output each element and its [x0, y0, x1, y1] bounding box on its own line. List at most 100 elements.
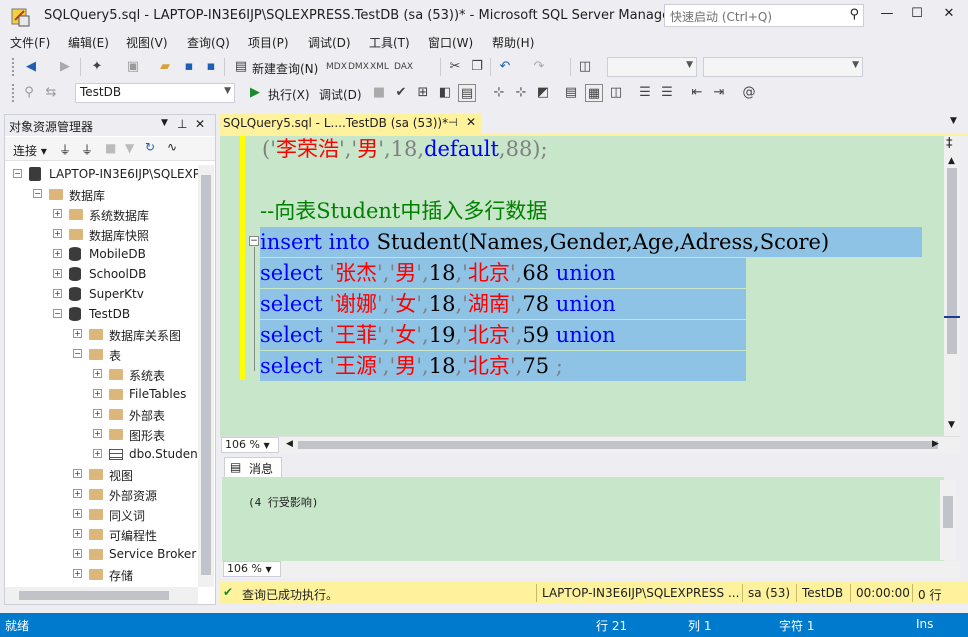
scroll-right-icon[interactable]: ▶ — [932, 439, 939, 449]
menu-debug[interactable]: 调试(D) — [308, 34, 351, 51]
split-icon[interactable]: ‡ — [946, 136, 953, 151]
collapse-icon[interactable]: − — [33, 189, 42, 198]
refresh-icon[interactable]: ↻ — [145, 140, 155, 154]
xmla-icon[interactable]: XML — [370, 58, 389, 76]
expand-icon[interactable]: + — [53, 289, 62, 298]
expand-icon[interactable]: + — [73, 529, 82, 538]
expand-icon[interactable]: + — [73, 489, 82, 498]
expand-icon[interactable]: + — [53, 229, 62, 238]
editor-hscroll[interactable]: 106 % ▼ ◀ ▶ — [220, 436, 960, 453]
expand-icon[interactable]: + — [53, 249, 62, 258]
messages-zoom-combo[interactable]: 106 % ▼ — [223, 561, 281, 577]
expand-icon[interactable]: + — [93, 409, 102, 418]
pin-icon[interactable]: ⊥ — [177, 117, 187, 131]
scroll-left-icon[interactable]: ◀ — [286, 439, 293, 449]
stop-icon[interactable]: ■ — [105, 141, 116, 155]
panel-close-icon[interactable]: ✕ — [195, 117, 205, 131]
menu-project[interactable]: 项目(P) — [248, 34, 289, 51]
results-file-icon[interactable]: ◫ — [607, 84, 625, 102]
filter-icon[interactable]: ▼ — [125, 141, 134, 155]
messages-vscroll[interactable] — [940, 480, 956, 560]
menu-view[interactable]: 视图(V) — [126, 34, 168, 51]
open-folder-icon[interactable]: ▰ — [156, 58, 174, 76]
scroll-up-icon[interactable]: ▲ — [948, 156, 955, 166]
disconnect-icon[interactable]: ⏚ — [81, 141, 93, 158]
collapse-toggle[interactable]: − — [249, 236, 259, 246]
indent-icon[interactable]: ⇥ — [710, 84, 728, 102]
new-query-icon[interactable]: ▤ — [232, 58, 250, 76]
new-project-icon[interactable]: ✦ — [88, 58, 106, 76]
minimize-button[interactable]: — — [870, 6, 904, 26]
tab-close-icon[interactable]: ✕ — [466, 115, 476, 129]
results-to-icon[interactable]: ▤ — [458, 84, 476, 102]
expand-icon[interactable]: + — [93, 389, 102, 398]
back-icon[interactable]: ◀ — [22, 58, 40, 76]
editor-vscroll-thumb[interactable] — [947, 168, 957, 354]
debug-button[interactable]: 调试(D) — [319, 86, 362, 103]
undo-icon[interactable]: ↶ — [496, 58, 514, 76]
connect-plug-icon[interactable]: ⏚ — [59, 141, 71, 158]
editor-zoom-combo[interactable]: 106 % ▼ — [221, 437, 279, 453]
close-button[interactable]: ✕ — [932, 6, 966, 26]
forward-icon[interactable]: ▶ — [56, 58, 74, 76]
expand-icon[interactable]: + — [53, 209, 62, 218]
outdent-icon[interactable]: ⇤ — [688, 84, 706, 102]
menu-tools[interactable]: 工具(T) — [369, 34, 410, 51]
collapse-icon[interactable]: − — [13, 169, 22, 178]
redo-icon[interactable]: ↷ — [530, 58, 548, 76]
expand-icon[interactable]: + — [93, 449, 102, 458]
live-stats-icon[interactable]: ⊹ — [512, 84, 530, 102]
save-all-icon[interactable]: ▪ — [202, 58, 220, 76]
expand-icon[interactable]: + — [53, 269, 62, 278]
tab-list-icon[interactable]: ▼ — [950, 116, 957, 126]
expand-icon[interactable]: + — [73, 329, 82, 338]
collapse-icon[interactable]: − — [53, 309, 62, 318]
scroll-down-icon[interactable]: ▼ — [948, 420, 955, 430]
connect-icon[interactable]: ⚲ — [20, 84, 38, 102]
toolbar-grip[interactable] — [12, 58, 16, 76]
add-item-icon[interactable]: ▣ — [124, 58, 142, 76]
activity-icon[interactable]: ∿ — [167, 140, 177, 154]
search-text-combo[interactable]: ▼ — [703, 57, 863, 77]
query-designer-icon[interactable]: ◧ — [436, 84, 454, 102]
execute-icon[interactable]: ▶ — [246, 84, 264, 102]
editor-hscroll-thumb[interactable] — [298, 441, 938, 449]
results-grid-icon[interactable]: ▦ — [585, 84, 603, 102]
display-plan-icon[interactable]: ⊞ — [414, 84, 432, 102]
menu-query[interactable]: 查询(Q) — [187, 34, 230, 51]
client-stats-icon[interactable]: ◩ — [534, 84, 552, 102]
uncomment-icon[interactable]: ☰ — [658, 84, 676, 102]
stop-icon[interactable]: ■ — [370, 84, 388, 102]
quick-launch-input[interactable]: 快速启动 (Ctrl+Q) ⚲ — [664, 4, 864, 27]
dax-icon[interactable]: DAX — [394, 58, 413, 76]
maximize-button[interactable]: ☐ — [900, 6, 934, 26]
connect-dropdown[interactable]: 连接 ▾ — [13, 142, 47, 159]
expand-icon[interactable]: + — [93, 429, 102, 438]
expand-icon[interactable]: + — [93, 369, 102, 378]
new-query-button[interactable]: 新建查询(N) — [252, 60, 318, 77]
object-explorer-hscroll[interactable] — [5, 587, 198, 604]
activity-monitor-icon[interactable]: ◫ — [576, 58, 594, 76]
messages-pane[interactable] — [222, 477, 944, 561]
specify-values-icon[interactable]: @ — [740, 84, 758, 102]
messages-hscroll[interactable]: 106 % ▼ — [220, 561, 960, 578]
menu-window[interactable]: 窗口(W) — [428, 34, 473, 51]
menu-file[interactable]: 文件(F) — [10, 34, 50, 51]
parse-icon[interactable]: ✔ — [392, 84, 410, 102]
change-connection-icon[interactable]: ⇆ — [42, 84, 60, 102]
expand-icon[interactable]: + — [73, 549, 82, 558]
toolbar-grip[interactable] — [12, 84, 16, 102]
include-plan-icon[interactable]: ⊹ — [490, 84, 508, 102]
comment-icon[interactable]: ☰ — [636, 84, 654, 102]
object-explorer-vscroll-thumb[interactable] — [201, 175, 211, 575]
expand-icon[interactable]: + — [73, 569, 82, 578]
dmx-icon[interactable]: DMX — [348, 58, 369, 76]
messages-vscroll-thumb[interactable] — [943, 496, 953, 528]
mdx-icon[interactable]: MDX — [326, 58, 347, 76]
expand-icon[interactable]: + — [73, 509, 82, 518]
cut-icon[interactable]: ✂ — [446, 58, 464, 76]
expand-icon[interactable]: + — [73, 469, 82, 478]
menu-help[interactable]: 帮助(H) — [492, 34, 534, 51]
execute-button[interactable]: 执行(X) — [268, 86, 310, 103]
solution-config-combo[interactable]: ▼ — [607, 57, 697, 77]
